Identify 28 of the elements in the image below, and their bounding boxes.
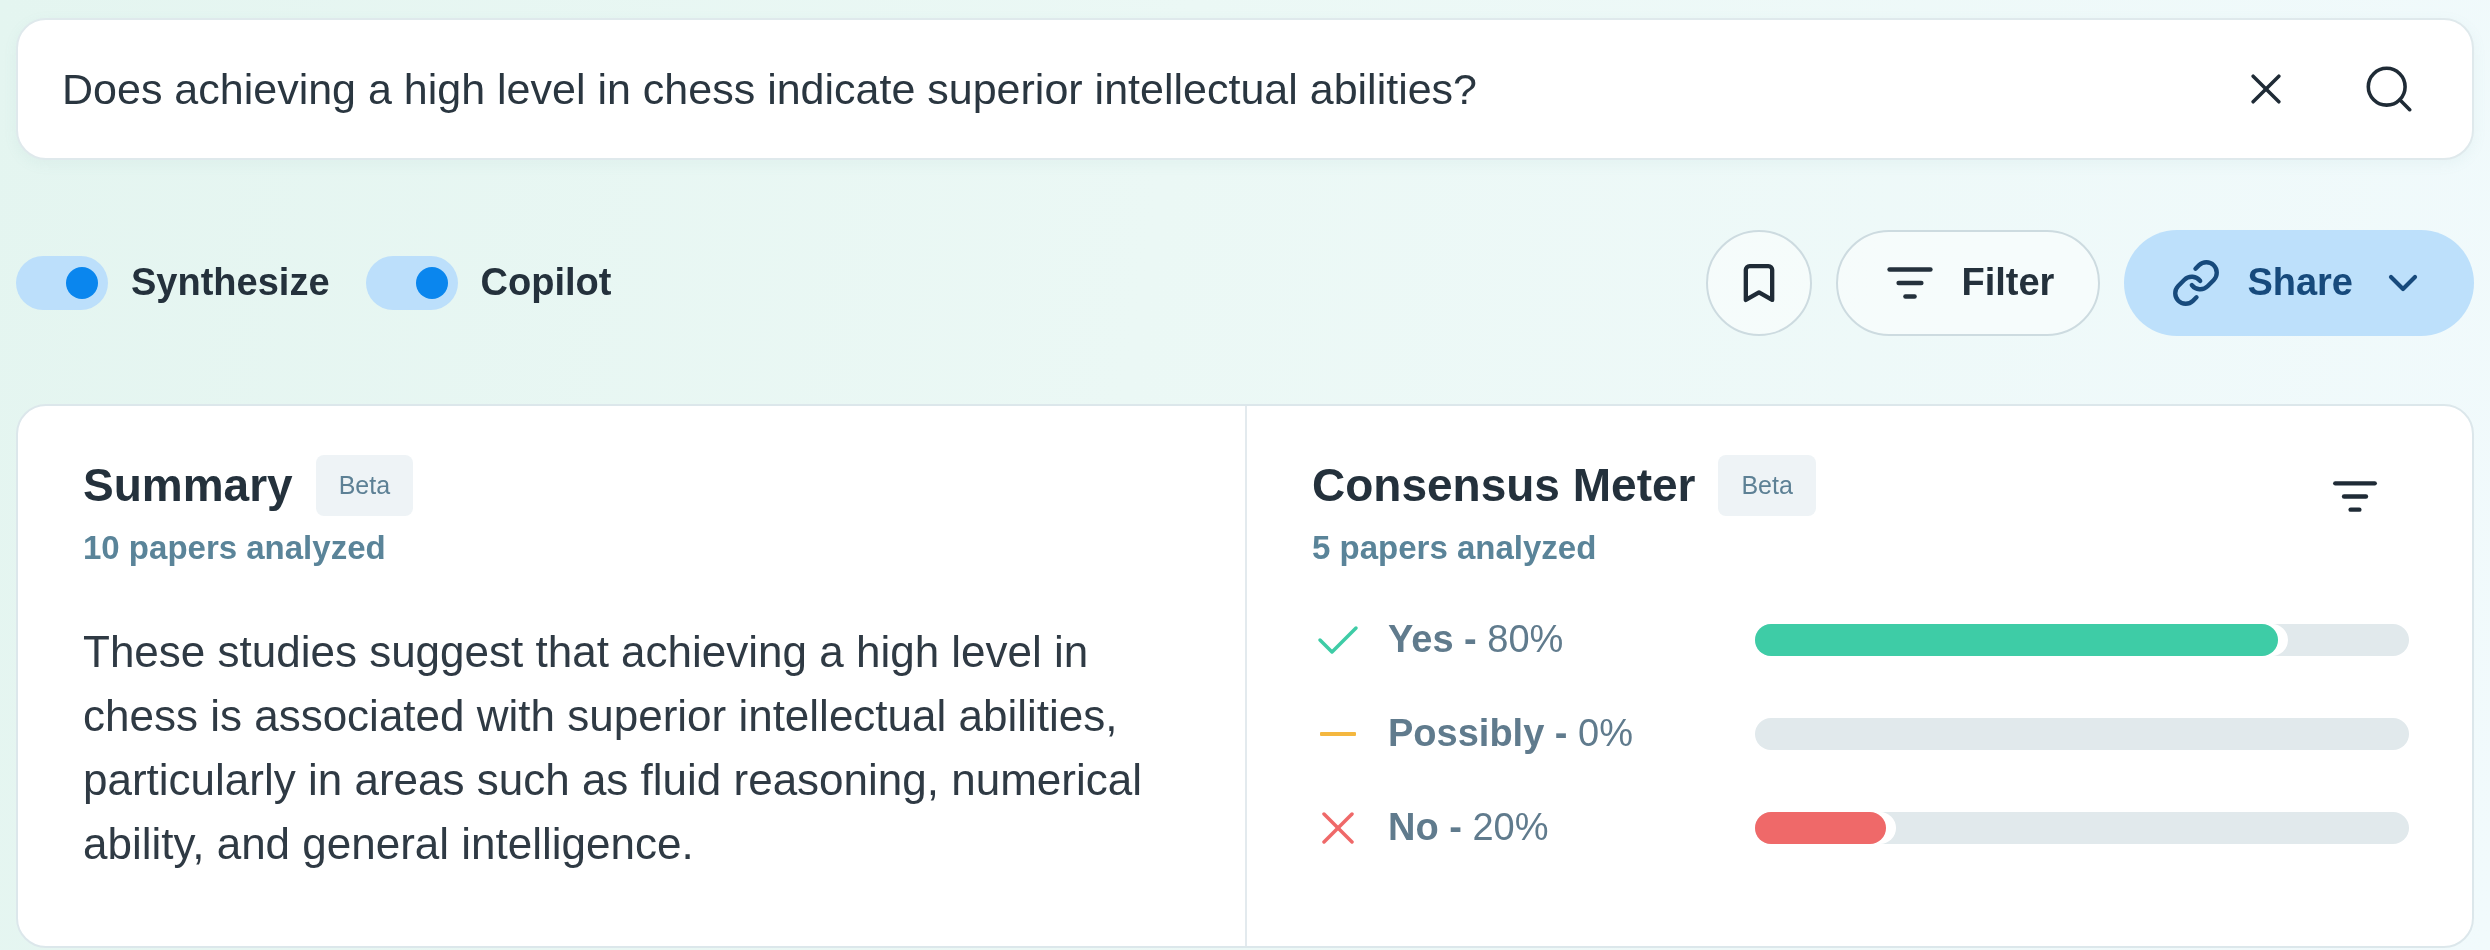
caret-icon — [2388, 273, 2418, 292]
filter-button[interactable]: Filter — [1836, 229, 2101, 336]
section-title: Summary — [83, 457, 293, 513]
filter-icon — [1886, 265, 1935, 300]
search-field[interactable]: Does achieving a high level in chess indicate superior intellectual abilities? — [16, 18, 2474, 160]
close-icon — [2251, 74, 2281, 104]
clear-button[interactable] — [2251, 74, 2281, 104]
search-icon — [2366, 66, 2412, 112]
section-title: Consensus Meter — [1312, 457, 1696, 513]
toggle-label: Copilot — [480, 261, 612, 304]
answer-label: Possibly - 0% — [1388, 712, 1633, 756]
bookmark-icon — [1743, 262, 1776, 303]
papers-count: 10 papers analyzed — [83, 528, 386, 568]
toggle-switch[interactable] — [16, 255, 108, 310]
search-input[interactable]: Does achieving a high level in chess indicate superior intellectual abilities? — [62, 61, 2211, 117]
summary-text: These studies suggest that achieving a high level in chess is associated with superior intellectual abilities, particularly in areas such as fluid reasoning, numerical ability, and general intelligence. — [83, 625, 1143, 870]
answer-label: Yes - 80% — [1388, 618, 1564, 662]
search-button[interactable] — [2366, 66, 2412, 112]
toggle-switch[interactable] — [365, 255, 458, 310]
share-button[interactable]: Share — [2124, 229, 2474, 336]
papers-count: 5 papers analyzed — [1312, 528, 1597, 568]
link-icon — [2172, 258, 2221, 307]
status-badge: Beta — [315, 455, 414, 516]
answer-label: No - 20% — [1388, 806, 1549, 850]
toggle-label: Synthesize — [131, 261, 330, 304]
filter-button[interactable] — [2332, 480, 2378, 513]
filter-icon — [2332, 480, 2378, 513]
status-badge: Beta — [1718, 455, 1816, 516]
